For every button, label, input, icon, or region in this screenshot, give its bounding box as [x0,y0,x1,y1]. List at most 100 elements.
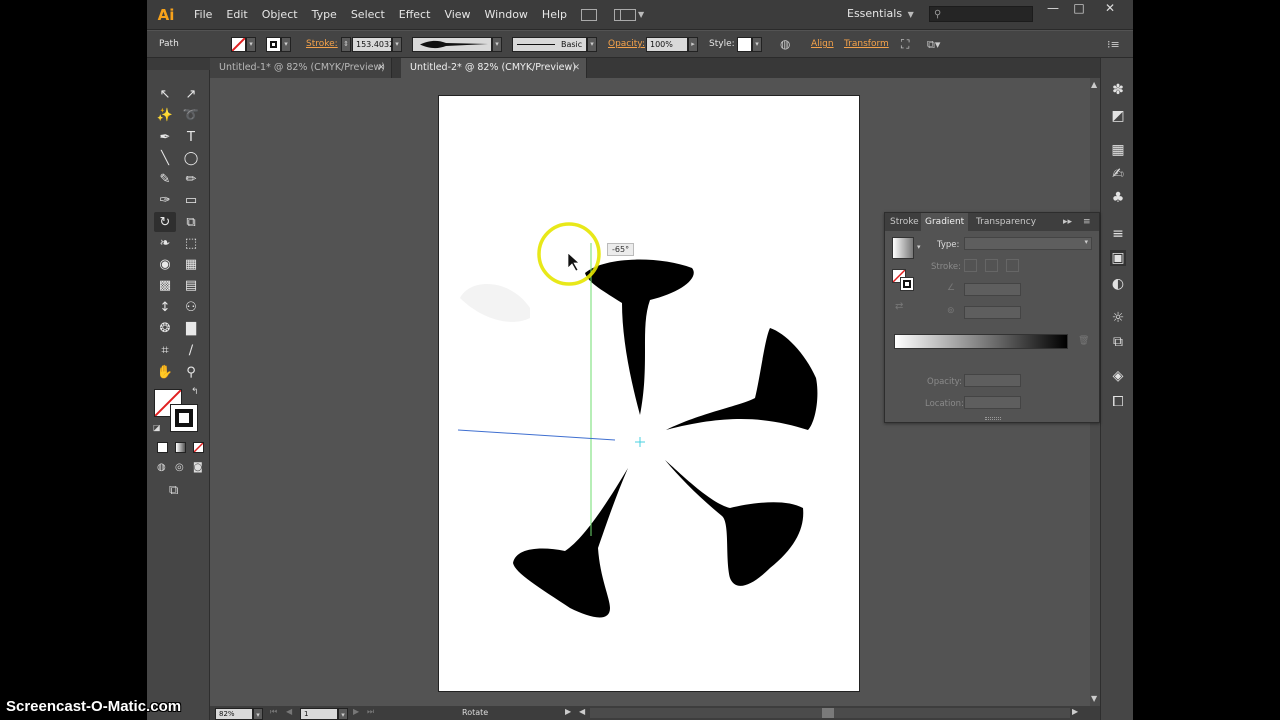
magic-wand-tool-icon[interactable]: ✨ [154,105,176,125]
horizontal-scrollbar[interactable] [590,708,1070,718]
next-artboard-icon[interactable]: ▶ [353,707,359,716]
artboard-number-field[interactable]: 1 [300,708,338,720]
stroke-dropdown-arrow[interactable]: ▾ [281,37,291,52]
stroke-panel-icon[interactable]: ≡ [1110,226,1126,242]
brush-dropdown[interactable]: ▾ [587,37,597,52]
lasso-tool-icon[interactable]: ➰ [180,105,202,125]
last-artboard-icon[interactable]: ⏭ [367,707,374,717]
pen-tool-icon[interactable]: ✒ [154,127,176,147]
type-tool-icon[interactable]: T [180,127,202,147]
zoom-dropdown[interactable]: ▾ [253,708,263,720]
toolbox-grip[interactable] [147,58,210,70]
stroke-within-button[interactable] [964,259,977,272]
arrange-documents-icon[interactable] [614,8,636,21]
transparency-icon[interactable]: ◐ [1110,276,1126,292]
gradient-type-select[interactable]: ▾ [964,237,1092,250]
tab-stroke[interactable]: Stroke [890,213,919,231]
color-icon[interactable]: ◩ [1110,108,1126,124]
petal-shape-top[interactable] [585,259,694,415]
status-menu-icon[interactable]: ▶ [565,707,571,716]
transform-link[interactable]: Transform [844,37,889,52]
tab-gradient[interactable]: Gradient [921,213,969,231]
chevron-down-icon[interactable]: ▾ [917,243,921,251]
blob-brush-tool-icon[interactable]: ✑ [154,190,176,210]
appearance-icon[interactable]: ☼ [1110,310,1126,326]
draw-inside-icon[interactable]: ◙ [193,462,203,473]
stroke-stepper[interactable]: ⇕ [341,37,351,52]
rotation-origin-icon[interactable] [635,437,645,447]
blend-tool-icon[interactable]: ⚇ [180,297,202,317]
tab-untitled-2[interactable]: Untitled-2* @ 82% (CMYK/Preview) ✕ [401,58,587,78]
brushes-icon[interactable]: ✍ [1110,166,1126,182]
pencil-tool-icon[interactable]: ✏ [180,169,202,189]
angle-field[interactable] [964,283,1021,296]
tab-untitled-1[interactable]: Untitled-1* @ 82% (CMYK/Preview) ✕ [210,58,392,78]
selection-tool-icon[interactable]: ↖ [154,84,176,104]
scroll-thumb[interactable] [822,708,834,718]
gradient-tool-icon[interactable]: ▤ [180,275,202,295]
style-dropdown[interactable]: ▾ [752,37,762,52]
stop-opacity-field[interactable] [964,374,1021,387]
stroke-across-button[interactable] [1006,259,1019,272]
menu-window[interactable]: Window [478,0,535,30]
eraser-tool-icon[interactable]: ▭ [180,190,202,210]
gradient-slider[interactable] [894,334,1068,349]
symbols-icon[interactable]: ♣ [1110,190,1126,206]
draw-normal-icon[interactable]: ◍ [157,462,166,473]
stroke-weight-field[interactable]: 153.4032 [352,37,394,52]
previous-artboard-icon[interactable]: ◀ [286,707,292,716]
rotate-tool-icon[interactable]: ↻ [154,212,176,232]
warp-tool-icon[interactable]: ❧ [154,233,176,253]
scroll-down-icon[interactable]: ▼ [1091,694,1097,703]
align-link[interactable]: Align [811,37,834,52]
stroke-swatch[interactable] [266,37,281,52]
stroke-along-button[interactable] [985,259,998,272]
stroke-color-box[interactable] [170,404,198,432]
search-input[interactable]: ⚲ [929,6,1033,22]
menu-select[interactable]: Select [344,0,392,30]
line-tool-icon[interactable]: ╲ [154,148,176,168]
menu-type[interactable]: Type [305,0,344,30]
bridge-icon[interactable] [581,8,597,21]
brush-definition[interactable]: Basic [512,37,587,52]
delete-stop-icon[interactable]: 🗑 [1078,336,1089,346]
workspace-switcher[interactable]: Essentials ▼ [847,7,914,20]
ellipse-tool-icon[interactable]: ◯ [180,148,202,168]
panel-menu-icon[interactable]: ⁝≡ [1107,37,1120,52]
reverse-gradient-icon[interactable]: ⇄ [895,301,903,312]
direct-selection-tool-icon[interactable]: ↗ [180,84,202,104]
menu-object[interactable]: Object [255,0,305,30]
swatches-icon[interactable]: ▦ [1110,142,1126,158]
menu-view[interactable]: View [437,0,477,30]
default-fill-stroke-icon[interactable]: ◪ [153,423,161,432]
recolor-artwork-icon[interactable]: ◍ [780,37,790,52]
close-button[interactable]: ✕ [1097,0,1123,16]
menu-edit[interactable]: Edit [219,0,254,30]
opacity-field[interactable]: 100% [646,37,688,52]
hand-tool-icon[interactable]: ✋ [154,362,176,382]
graphic-style-swatch[interactable] [737,37,752,52]
minimize-button[interactable]: — [1040,0,1066,16]
artboards-icon[interactable]: ⧠ [1110,394,1126,410]
variable-width-profile[interactable] [412,37,492,52]
none-mode-button[interactable] [193,442,204,453]
scale-tool-icon[interactable]: ⧉ [180,212,202,232]
screen-mode-icon[interactable]: ⧉ [169,483,178,498]
symbol-sprayer-tool-icon[interactable]: ❂ [154,318,176,338]
stroke-proxy[interactable] [900,277,914,291]
petal-shape-right[interactable] [666,328,818,430]
first-artboard-icon[interactable]: ⏮ [270,707,277,717]
perspective-grid-tool-icon[interactable]: ▦ [180,254,202,274]
scroll-right-icon[interactable]: ▶ [1072,707,1078,716]
gradient-thumbnail[interactable] [892,237,914,259]
draw-behind-icon[interactable]: ◎ [175,462,184,473]
stroke-label[interactable]: Stroke: [306,37,338,52]
menu-file[interactable]: File [187,0,219,30]
scroll-up-icon[interactable]: ▲ [1091,80,1097,89]
zoom-field[interactable]: 82% [215,708,253,720]
isolate-icon[interactable]: ⛶ [901,37,909,52]
panel-resize-grip[interactable] [985,417,1001,420]
scroll-left-icon[interactable]: ◀ [579,707,585,716]
color-guide-icon[interactable]: ✽ [1110,82,1126,98]
layers-icon[interactable]: ◈ [1110,368,1126,384]
